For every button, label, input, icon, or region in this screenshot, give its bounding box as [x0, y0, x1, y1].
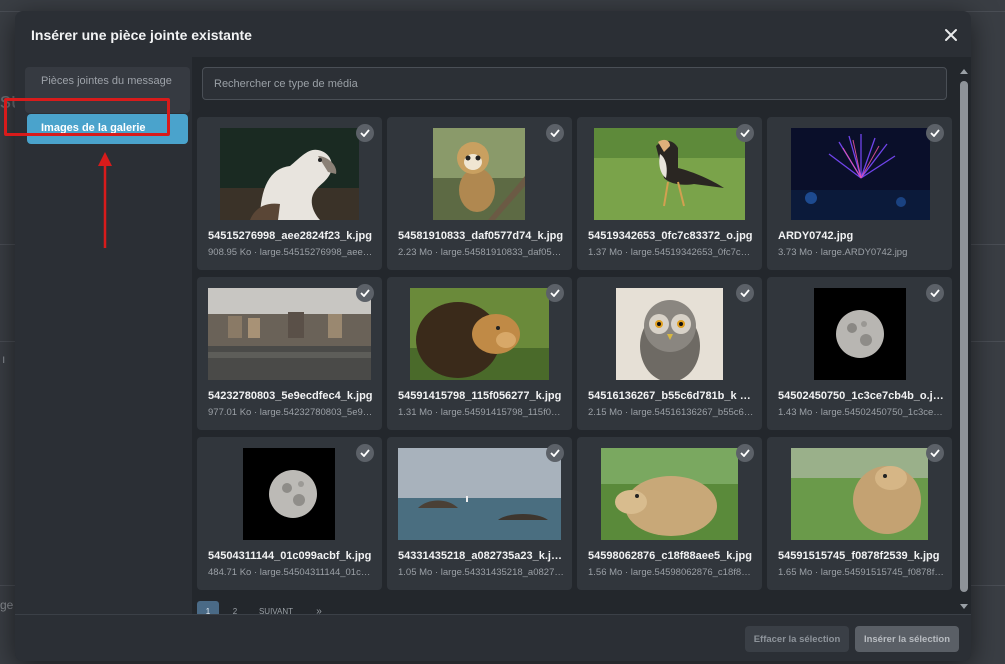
media-card[interactable]: 54519342653_0fc7c83372_o.jpg 1.37 Mo · l… — [577, 117, 762, 270]
check-icon — [930, 289, 940, 297]
close-icon — [945, 29, 957, 41]
thumbnail-image — [601, 448, 738, 540]
media-card[interactable]: 54591415798_115f056277_k.jpg 1.31 Mo · l… — [387, 277, 572, 430]
selected-checkmark[interactable] — [736, 284, 754, 302]
file-meta: 3.73 Mo · large.ARDY0742.jpg — [778, 247, 908, 258]
selected-checkmark[interactable] — [736, 444, 754, 462]
sidebar-item-gallery-images[interactable]: Images de la galerie — [27, 114, 188, 144]
file-name: 54598062876_c18f88aee5_k.jpg — [588, 550, 752, 562]
check-icon — [930, 449, 940, 457]
selected-checkmark[interactable] — [546, 284, 564, 302]
file-meta: 2.23 Mo · large.54581910833_daf0577d74_k… — [398, 247, 564, 258]
selected-checkmark[interactable] — [926, 124, 944, 142]
file-name: 54591415798_115f056277_k.jpg — [398, 390, 562, 402]
media-card[interactable]: 54331435218_a082735a23_k.jpg 1.05 Mo · l… — [387, 437, 572, 590]
selected-checkmark[interactable] — [926, 284, 944, 302]
bg-text-fragment: ı — [2, 352, 6, 366]
close-button[interactable] — [943, 27, 959, 43]
file-meta: 1.43 Mo · large.54502450750_1c3ce7cb4b_o… — [778, 407, 944, 418]
check-icon — [360, 289, 370, 297]
sidebar: Pièces jointes du message Images de la g… — [25, 67, 190, 613]
media-card[interactable]: 54232780803_5e9ecdfec4_k.jpg 977.01 Ko ·… — [197, 277, 382, 430]
bg-text-fragment: ge — [0, 598, 14, 612]
dialog-footer: Effacer la sélection Insérer la sélectio… — [15, 614, 971, 661]
thumbnail-image — [791, 448, 928, 540]
thumbnail-image — [410, 288, 549, 380]
scrollbar[interactable] — [959, 67, 969, 614]
media-card[interactable]: 54515276998_aee2824f23_k.jpg 908.95 Ko ·… — [197, 117, 382, 270]
file-meta: 1.65 Mo · large.54591515745_f0878f2539_k… — [778, 567, 944, 578]
media-card[interactable]: ARDY0742.jpg 3.73 Mo · large.ARDY0742.jp… — [767, 117, 952, 270]
media-card[interactable]: 54598062876_c18f88aee5_k.jpg 1.56 Mo · l… — [577, 437, 762, 590]
dialog-header: Insérer une pièce jointe existante — [15, 11, 971, 57]
scroll-up-arrow-icon[interactable] — [960, 69, 968, 74]
thumbnail-image — [791, 128, 930, 220]
thumbnail-image — [243, 448, 335, 540]
insert-selection-button[interactable]: Insérer la sélection — [855, 626, 959, 652]
selected-checkmark[interactable] — [356, 124, 374, 142]
clear-selection-button[interactable]: Effacer la sélection — [745, 626, 849, 652]
selected-checkmark[interactable] — [356, 444, 374, 462]
selected-checkmark[interactable] — [546, 124, 564, 142]
search-input[interactable] — [202, 67, 947, 100]
insert-attachment-dialog: Insérer une pièce jointe existante Pièce… — [15, 11, 971, 661]
file-meta: 908.95 Ko · large.54515276998_aee2824f23… — [208, 247, 374, 258]
thumbnail-image — [616, 288, 723, 380]
scroll-down-arrow-icon[interactable] — [960, 604, 968, 609]
check-icon — [550, 449, 560, 457]
check-icon — [550, 129, 560, 137]
selected-checkmark[interactable] — [736, 124, 754, 142]
check-icon — [740, 289, 750, 297]
file-name: ARDY0742.jpg — [778, 230, 854, 242]
file-meta: 977.01 Ko · large.54232780803_5e9ecdfec4… — [208, 407, 374, 418]
check-icon — [360, 129, 370, 137]
file-name: 54232780803_5e9ecdfec4_k.jpg — [208, 390, 373, 402]
annotation-arrow-icon — [98, 152, 112, 248]
file-meta: 484.71 Ko · large.54504311144_01c099acbf… — [208, 567, 374, 578]
thumbnail-image — [208, 288, 371, 380]
file-meta: 1.05 Mo · large.54331435218_a082735a23_k… — [398, 567, 564, 578]
file-name: 54516136267_b55c6d781b_k (1... — [588, 390, 754, 402]
check-icon — [550, 289, 560, 297]
file-meta: 1.37 Mo · large.54519342653_0fc7c83372_o… — [588, 247, 754, 258]
file-name: 54504311144_01c099acbf_k.jpg — [208, 550, 372, 562]
check-icon — [740, 449, 750, 457]
media-panel: 54515276998_aee2824f23_k.jpg 908.95 Ko ·… — [192, 57, 971, 623]
file-name: 54581910833_daf0577d74_k.jpg — [398, 230, 564, 242]
file-meta: 1.31 Mo · large.54591415798_115f056277_k… — [398, 407, 564, 418]
dialog-title: Insérer une pièce jointe existante — [31, 27, 252, 43]
selected-checkmark[interactable] — [356, 284, 374, 302]
check-icon — [740, 129, 750, 137]
thumbnail-image — [433, 128, 525, 220]
thumbnail-image — [220, 128, 359, 220]
file-name: 54519342653_0fc7c83372_o.jpg — [588, 230, 753, 242]
file-name: 54515276998_aee2824f23_k.jpg — [208, 230, 372, 242]
file-meta: 1.56 Mo · large.54598062876_c18f88aee5_k… — [588, 567, 754, 578]
check-icon — [930, 129, 940, 137]
selected-checkmark[interactable] — [926, 444, 944, 462]
thumbnail-image — [814, 288, 906, 380]
media-card[interactable]: 54516136267_b55c6d781b_k (1... 2.15 Mo ·… — [577, 277, 762, 430]
media-card[interactable]: 54504311144_01c099acbf_k.jpg 484.71 Ko ·… — [197, 437, 382, 590]
media-card[interactable]: 54591515745_f0878f2539_k.jpg 1.65 Mo · l… — [767, 437, 952, 590]
file-name: 54591515745_f0878f2539_k.jpg — [778, 550, 940, 562]
file-name: 54502450750_1c3ce7cb4b_o.jpg — [778, 390, 944, 402]
selected-checkmark[interactable] — [546, 444, 564, 462]
file-meta: 2.15 Mo · large.54516136267_b55c6d781b_k… — [588, 407, 754, 418]
media-card[interactable]: 54581910833_daf0577d74_k.jpg 2.23 Mo · l… — [387, 117, 572, 270]
sidebar-item-message-attachments[interactable]: Pièces jointes du message — [25, 67, 190, 113]
thumbnail-image — [594, 128, 745, 220]
media-card[interactable]: 54502450750_1c3ce7cb4b_o.jpg 1.43 Mo · l… — [767, 277, 952, 430]
scroll-thumb[interactable] — [960, 81, 968, 592]
check-icon — [360, 449, 370, 457]
file-name: 54331435218_a082735a23_k.jpg — [398, 550, 564, 562]
media-grid: 54515276998_aee2824f23_k.jpg 908.95 Ko ·… — [197, 117, 957, 612]
thumbnail-image — [398, 448, 561, 540]
